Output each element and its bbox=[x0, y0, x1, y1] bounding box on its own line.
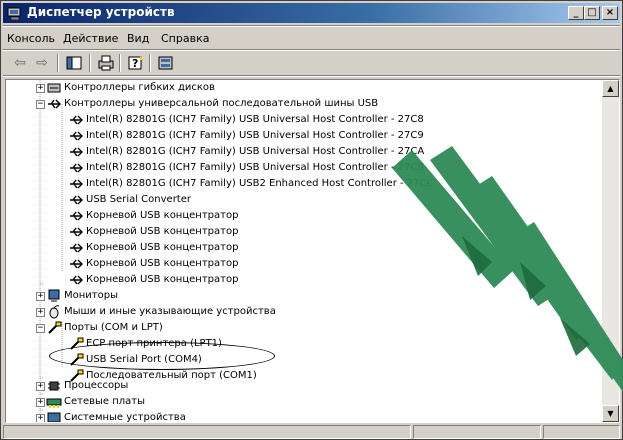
print-icon[interactable] bbox=[95, 53, 117, 73]
tree-node-label: Процессоры bbox=[64, 380, 129, 391]
tree-node-label: Контроллеры универсальной последовательн… bbox=[64, 98, 379, 109]
processor-icon bbox=[46, 379, 62, 393]
tree-node-label: Системные устройства bbox=[64, 412, 186, 423]
toolbar-divider bbox=[89, 54, 91, 72]
tree-node-label: USB Serial Port (COM4) bbox=[86, 354, 202, 365]
usb-icon bbox=[68, 193, 84, 207]
menu-console[interactable]: Консоль bbox=[7, 32, 55, 45]
tree-node-label: Корневой USB концентратор bbox=[86, 210, 239, 221]
usb-icon bbox=[68, 225, 84, 239]
tree-node-label: Сетевые платы bbox=[64, 396, 146, 407]
tree-node-label: Мониторы bbox=[64, 290, 118, 301]
device-manager-window: Диспетчер устройств _ □ × Консоль Действ… bbox=[0, 0, 623, 440]
tree-node-label: Корневой USB концентратор bbox=[86, 258, 239, 269]
usb-icon bbox=[68, 161, 84, 175]
port-icon bbox=[46, 321, 62, 335]
tree-node-label: Intel(R) 82801G (ICH7 Family) USB Univer… bbox=[86, 114, 424, 125]
title-bar[interactable]: Диспетчер устройств _ □ × bbox=[3, 3, 620, 23]
tree-node-label: ECP порт принтера (LPT1) bbox=[86, 338, 222, 349]
device-manager-icon bbox=[7, 6, 23, 21]
tree-node-label: Порты (COM и LPT) bbox=[64, 322, 163, 333]
network-card-icon bbox=[46, 395, 62, 409]
tree-node-label: Контроллеры гибких дисков bbox=[64, 82, 215, 93]
toolbar-divider bbox=[57, 54, 59, 72]
expand-system[interactable]: + bbox=[36, 414, 45, 422]
back-arrow-icon[interactable]: ⇦ bbox=[9, 53, 31, 73]
scroll-down-arrow-icon[interactable]: ▼ bbox=[602, 405, 619, 422]
tree-node-label: Intel(R) 82801G (ICH7 Family) USB Univer… bbox=[86, 162, 425, 173]
device-tree: + Контроллеры гибких дисков − Контроллер… bbox=[6, 80, 602, 422]
window-title: Диспетчер устройств bbox=[27, 5, 175, 19]
expand-monitors[interactable]: + bbox=[36, 292, 45, 301]
tree-node-label: Корневой USB концентратор bbox=[86, 242, 239, 253]
collapse-usb-controllers[interactable]: − bbox=[36, 100, 45, 109]
expand-mice[interactable]: + bbox=[36, 308, 45, 317]
tree-node-label: Intel(R) 82801G (ICH7 Family) USB Univer… bbox=[86, 146, 425, 157]
menu-action[interactable]: Действие bbox=[63, 32, 118, 45]
floppy-controller-icon bbox=[46, 81, 62, 95]
usb-icon bbox=[46, 97, 62, 111]
usb-icon bbox=[68, 257, 84, 271]
minimize-button[interactable]: _ bbox=[568, 6, 584, 20]
tree-node-label: Intel(R) 82801G (ICH7 Family) USB Univer… bbox=[86, 130, 424, 141]
mouse-icon bbox=[46, 305, 62, 319]
usb-icon bbox=[68, 113, 84, 127]
usb-icon bbox=[68, 145, 84, 159]
forward-arrow-icon[interactable]: ⇨ bbox=[31, 53, 53, 73]
port-icon bbox=[68, 337, 84, 351]
toolbar-divider bbox=[149, 54, 151, 72]
usb-icon bbox=[68, 273, 84, 287]
toolbar-divider bbox=[119, 54, 121, 72]
device-tree-panel: + Контроллеры гибких дисков − Контроллер… bbox=[5, 79, 620, 423]
expand-floppy-controllers[interactable]: + bbox=[36, 84, 45, 93]
close-button[interactable]: × bbox=[602, 6, 618, 20]
port-icon bbox=[68, 353, 84, 367]
status-cell bbox=[3, 425, 411, 439]
tree-node-label: USB Serial Converter bbox=[86, 194, 191, 205]
help-icon[interactable]: ? bbox=[125, 53, 147, 73]
properties-icon[interactable] bbox=[155, 53, 177, 73]
status-cell bbox=[543, 425, 620, 439]
svg-text:?: ? bbox=[132, 57, 138, 70]
monitor-icon bbox=[46, 289, 62, 303]
menu-bar: Консоль Действие Вид Справка bbox=[3, 27, 620, 49]
tree-node-label: Корневой USB концентратор bbox=[86, 226, 239, 237]
show-tree-icon[interactable] bbox=[63, 53, 85, 73]
scroll-up-arrow-icon[interactable]: ▲ bbox=[602, 80, 619, 97]
usb-icon bbox=[68, 209, 84, 223]
toolbar: ⇦ ⇨ ? bbox=[3, 51, 620, 75]
expand-processors[interactable]: + bbox=[36, 382, 45, 391]
vertical-scrollbar[interactable]: ▲ ▼ bbox=[602, 80, 619, 422]
maximize-button[interactable]: □ bbox=[584, 6, 600, 20]
system-devices-icon bbox=[46, 411, 62, 422]
tree-node-label: Мыши и иные указывающие устройства bbox=[64, 306, 276, 317]
menu-help[interactable]: Справка bbox=[161, 32, 209, 45]
expand-network[interactable]: + bbox=[36, 398, 45, 407]
usb-icon bbox=[68, 177, 84, 191]
divider bbox=[3, 75, 620, 77]
usb-icon bbox=[68, 129, 84, 143]
collapse-ports[interactable]: − bbox=[36, 324, 45, 333]
status-bar bbox=[3, 425, 620, 439]
tree-node-label: Корневой USB концентратор bbox=[86, 274, 239, 285]
usb-icon bbox=[68, 241, 84, 255]
tree-node-label: Intel(R) 82801G (ICH7 Family) USB2 Enhan… bbox=[86, 178, 434, 189]
status-cell bbox=[413, 425, 541, 439]
menu-view[interactable]: Вид bbox=[127, 32, 149, 45]
